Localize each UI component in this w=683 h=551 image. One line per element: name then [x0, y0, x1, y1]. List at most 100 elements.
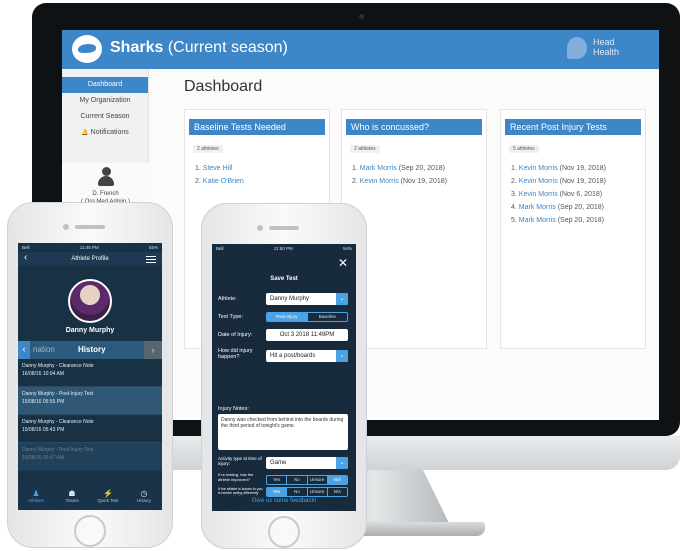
chevron-down-icon: ⌄: [336, 293, 348, 305]
sidebar-item-label: Notifications: [90, 129, 129, 136]
athlete-link[interactable]: Kevin Morris: [519, 191, 558, 198]
clock-icon: ◷: [140, 489, 148, 498]
test-type-toggle: Post-Injury Baseline: [266, 312, 348, 322]
tab-quick-test[interactable]: ⚡ Quick Test: [90, 485, 126, 510]
list-item: 3. Kevin Morris (Nov 6, 2018): [511, 191, 603, 198]
phone-save-test: Bell 11:50 PM 54% ✕ Save Test Athlete: Dan…: [201, 203, 367, 549]
count-badge: 2 athletes: [193, 145, 223, 153]
status-bar: Bell 11:50 PM 54%: [216, 246, 352, 251]
option-yes[interactable]: Yes: [267, 476, 288, 484]
list-item: 1. Mark Morris (Sep 20, 2018): [352, 165, 446, 172]
history-row[interactable]: Danny Murphy - Clearance Note 15/08/16 05…: [18, 415, 162, 443]
screen-title: Save Test: [270, 276, 298, 282]
athlete-photo: [68, 279, 112, 323]
athlete-link[interactable]: Mark Morris: [519, 217, 556, 224]
tab-teams[interactable]: ☗ Teams: [54, 485, 90, 510]
list-item: 2. Kevin Morris (Nov 19, 2018): [352, 178, 447, 185]
athlete-link[interactable]: Kevin Morris: [519, 165, 558, 172]
option-no[interactable]: No: [287, 476, 308, 484]
home-button[interactable]: [268, 516, 300, 548]
speaker: [75, 225, 105, 229]
improvement-toggle: Yes No Unsure N/A: [266, 475, 348, 485]
runner-icon: ⚡: [103, 489, 113, 498]
athlete-link[interactable]: Steve Hill: [203, 165, 233, 172]
athlete-link[interactable]: Kevin Morris: [360, 178, 399, 185]
option-yes[interactable]: Yes: [267, 488, 288, 496]
product-mockup: Sharks (Current season) Head Health Dash…: [0, 0, 683, 551]
tab-prev-arrow-icon[interactable]: ‹: [18, 341, 30, 359]
list-item: 2. Katie O'Brien: [195, 178, 244, 185]
card-recent-tests: Recent Post Injury Tests 5 athletes 1. K…: [500, 109, 646, 349]
webcam: [359, 14, 364, 19]
notes-label: Injury Notes:: [218, 406, 249, 412]
card-title: Baseline Tests Needed: [189, 119, 325, 135]
athlete-link[interactable]: Katie O'Brien: [203, 178, 244, 185]
status-bar: Bell 11:45 PM 55%: [22, 245, 158, 250]
retest-label: If re-testing, has the athlete improved?: [218, 472, 254, 482]
behaviour-label: If the athlete is known to you, is he/sh…: [218, 487, 264, 496]
close-icon[interactable]: ✕: [338, 256, 348, 270]
option-post-injury[interactable]: Post-Injury: [267, 313, 308, 321]
profile-tabs: ‹ nation History ›: [18, 341, 162, 359]
list-item: 4. Mark Morris (Sep 20, 2018): [511, 204, 605, 211]
athlete-select[interactable]: Danny Murphy ⌄: [266, 293, 348, 305]
history-row[interactable]: Danny Murphy - Post-Injury Test 15/08/16 …: [18, 387, 162, 415]
activity-select[interactable]: Game ⌄: [266, 457, 348, 469]
option-unsure[interactable]: Unsure: [308, 476, 328, 484]
phone-screen: Bell 11:50 PM 54% ✕ Save Test Athlete: Dan…: [212, 244, 356, 511]
phone-screen: Bell 11:45 PM 55% ‹ Athlete Profile Danny …: [18, 243, 162, 510]
sidebar-item-notifications[interactable]: 🔔 Notifications: [62, 125, 148, 141]
athlete-link[interactable]: Mark Morris: [360, 165, 397, 172]
front-camera: [257, 225, 263, 231]
menu-icon[interactable]: [146, 256, 156, 263]
tab-history[interactable]: History: [78, 345, 106, 354]
team-icon: ☗: [68, 489, 76, 498]
option-unsure[interactable]: Unsure: [308, 488, 328, 496]
brand-name: Head Health: [593, 37, 620, 57]
home-button[interactable]: [74, 515, 106, 547]
test-type-label: Test Type:: [218, 314, 243, 320]
injury-cause-select[interactable]: Hit a post/boards ⌄: [266, 350, 348, 362]
bottom-tab-bar: ♟ Athletes ☗ Teams ⚡ Quick Test ◷ History: [18, 485, 162, 510]
head-health-logo-icon[interactable]: [567, 37, 587, 59]
count-badge: 2 athletes: [350, 145, 380, 153]
card-title: Who is concussed?: [346, 119, 482, 135]
list-item: 1. Kevin Morris (Nov 19, 2018): [511, 165, 606, 172]
athlete-label: Athlete:: [218, 296, 237, 302]
chevron-down-icon: ⌄: [336, 457, 348, 469]
athlete-link[interactable]: Mark Morris: [519, 204, 556, 211]
speaker: [269, 226, 299, 230]
tab-information[interactable]: nation: [33, 345, 55, 354]
tab-next-arrow-icon[interactable]: ›: [144, 341, 162, 359]
phone-athlete-profile: Bell 11:45 PM 55% ‹ Athlete Profile Danny …: [7, 202, 173, 548]
sidebar-item-organization[interactable]: My Organization: [62, 93, 148, 109]
list-item: 2. Kevin Morris (Nov 19, 2018): [511, 178, 606, 185]
injury-notes-textarea[interactable]: Danny was checked from behind into the b…: [218, 414, 348, 450]
how-label: How did injury happen?: [218, 348, 253, 360]
option-baseline[interactable]: Baseline: [308, 313, 348, 321]
bell-icon: 🔔: [81, 130, 89, 136]
injury-date-field[interactable]: Oct 3 2018 11:49PM: [266, 329, 348, 341]
card-title: Recent Post Injury Tests: [505, 119, 641, 135]
option-na[interactable]: N/A: [327, 476, 347, 484]
tab-history-bottom[interactable]: ◷ History: [126, 485, 162, 510]
back-chevron-icon[interactable]: ‹: [24, 252, 27, 263]
athlete-link[interactable]: Kevin Morris: [519, 178, 558, 185]
sidebar-item-dashboard[interactable]: Dashboard: [62, 77, 148, 93]
chevron-down-icon: ⌄: [336, 350, 348, 362]
dashboard-title: Dashboard: [184, 78, 263, 95]
feedback-link[interactable]: Give us some feedback!: [212, 498, 356, 504]
option-no[interactable]: No: [287, 488, 308, 496]
app-header: Sharks (Current season) Head Health: [62, 30, 659, 69]
injury-date-label: Date of Injury:: [218, 332, 253, 338]
tab-athletes[interactable]: ♟ Athletes: [18, 485, 54, 510]
list-item: 5. Mark Morris (Sep 20, 2018): [511, 217, 605, 224]
history-row[interactable]: Danny Murphy - Post-Injury Test 15/08/16 …: [18, 443, 162, 471]
nav-bar: ‹ Athlete Profile: [18, 252, 162, 266]
activity-label: Activity type at time of injury:: [218, 456, 262, 466]
shark-logo-icon[interactable]: [72, 35, 102, 63]
sidebar-item-current-season[interactable]: Current Season: [62, 109, 148, 125]
history-row[interactable]: Danny Murphy - Clearance Note 16/08/16 10…: [18, 359, 162, 387]
screen-title: Athlete Profile: [71, 256, 109, 262]
option-na[interactable]: N/A: [328, 488, 347, 496]
